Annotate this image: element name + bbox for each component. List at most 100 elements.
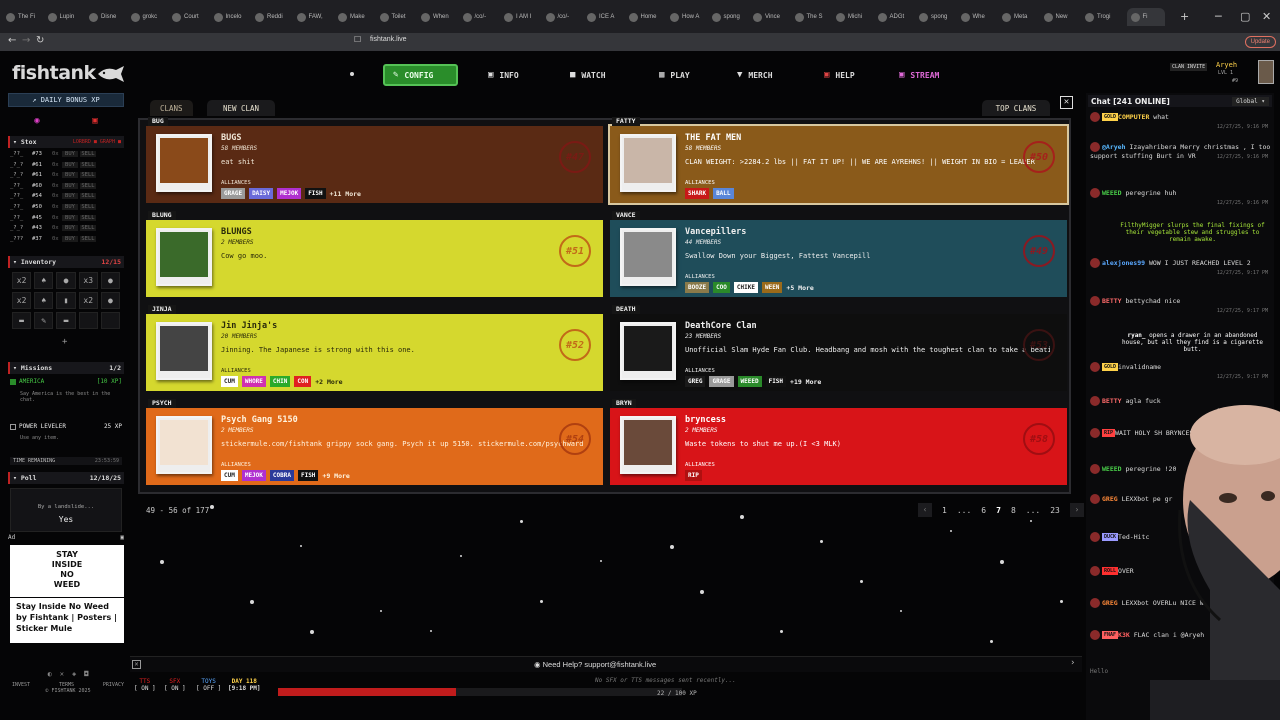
alliance-chip[interactable]: CUM xyxy=(221,470,238,481)
inventory-slot[interactable] xyxy=(100,312,120,329)
browser-tab[interactable]: /co/- xyxy=(462,8,501,26)
stox-sell[interactable]: SELL xyxy=(80,204,96,210)
close-icon[interactable]: ✕ xyxy=(132,660,141,669)
ad-caption[interactable]: Stay Inside No Weed by Fishtank | Poster… xyxy=(10,598,124,643)
minimize-icon[interactable]: ─ xyxy=(1215,10,1222,23)
alliance-chip[interactable]: CUM xyxy=(221,376,238,387)
prev-page-icon[interactable]: ‹ xyxy=(918,503,932,517)
inventory-slot[interactable]: ▬ xyxy=(56,312,76,329)
alliance-chip[interactable]: CON xyxy=(294,376,312,387)
stox-buy[interactable]: BUY xyxy=(62,182,78,189)
inventory-add-button[interactable]: + xyxy=(62,337,67,347)
page-link[interactable]: 8 xyxy=(1011,506,1016,515)
stox-row[interactable]: _??_ #45 0x BUY SELL xyxy=(10,213,122,223)
browser-tab[interactable]: Whe xyxy=(960,8,999,26)
clan-name[interactable]: BUGS xyxy=(221,133,241,143)
chat-username[interactable]: GREG xyxy=(1102,495,1118,503)
update-button[interactable]: Update xyxy=(1244,36,1276,48)
poll-answer[interactable]: Yes xyxy=(11,515,121,524)
stox-buy[interactable]: BUY xyxy=(62,193,78,200)
game-icon[interactable]: ◈ xyxy=(72,670,76,678)
sidebar-tab-clan[interactable]: ◉ xyxy=(8,113,66,129)
chat-avatar[interactable] xyxy=(1090,258,1100,268)
browser-tab[interactable]: The Fi xyxy=(6,8,44,26)
clan-name[interactable]: Jin Jinja's xyxy=(221,321,277,331)
browser-tab[interactable]: Lupin xyxy=(47,8,86,26)
bookmark-icon[interactable]: ☐ xyxy=(354,35,361,44)
chat-room-select[interactable]: Global ▾ xyxy=(1232,96,1269,106)
clan-photo[interactable] xyxy=(620,228,676,286)
chat-username[interactable]: WEEED xyxy=(1102,189,1122,197)
chat-avatar[interactable] xyxy=(1090,532,1100,542)
tab-clans[interactable]: CLANS xyxy=(150,100,193,116)
chevron-right-icon[interactable]: › xyxy=(1070,658,1075,668)
poll-header[interactable]: ▾ Poll 12/18/25 xyxy=(8,472,124,484)
alliance-chip[interactable]: COO xyxy=(713,282,730,293)
missions-header[interactable]: ▾ Missions 1/2 xyxy=(8,362,124,374)
invest-link[interactable]: INVEST xyxy=(12,682,30,688)
alliance-chip[interactable]: WEEED xyxy=(737,376,762,387)
stox-sell[interactable]: SELL xyxy=(80,161,96,168)
clan-invite-button[interactable]: CLAN INVITE xyxy=(1170,63,1208,71)
browser-tab[interactable]: Vince xyxy=(753,8,791,26)
inventory-slot[interactable]: ● xyxy=(56,272,76,289)
page-link[interactable]: 6 xyxy=(981,506,986,515)
alliance-chip[interactable]: FISH xyxy=(765,376,787,387)
inventory-slot[interactable]: ✎ xyxy=(34,312,54,329)
window-close-icon[interactable]: ✕ xyxy=(1262,10,1271,23)
stox-row[interactable]: _?_? #61 0x BUY SELL xyxy=(10,160,122,170)
inventory-slot[interactable]: ● xyxy=(100,272,120,289)
nav-stream-button[interactable]: ▣ STREAM xyxy=(891,64,947,86)
checkbox-icon[interactable] xyxy=(10,423,16,430)
alliance-chip[interactable]: MEJOK xyxy=(241,470,266,481)
browser-tab[interactable]: Fi xyxy=(1126,8,1165,26)
fishtank-logo[interactable]: fishtank xyxy=(12,62,96,84)
sidebar-tab-shop[interactable]: ▣ xyxy=(66,113,124,129)
browser-tab[interactable]: ICE A xyxy=(587,8,625,26)
clan-card[interactable]: PSYCH Psych Gang 5150 2 MEMBERS stickermule… xyxy=(146,399,603,485)
stox-sell[interactable]: SELL xyxy=(80,214,96,221)
browser-tab[interactable]: /co/- xyxy=(545,8,584,26)
page-link[interactable]: 23 xyxy=(1050,506,1060,515)
chat-avatar[interactable] xyxy=(1090,566,1100,576)
browser-tab[interactable]: When xyxy=(421,8,459,26)
alliance-more-link[interactable]: +11 More xyxy=(330,190,361,198)
browser-tab[interactable]: Incelo xyxy=(213,8,252,26)
chat-avatar[interactable] xyxy=(1090,362,1100,372)
stox-sell[interactable]: SELL xyxy=(80,193,96,200)
maximize-icon[interactable]: ▢ xyxy=(1240,10,1250,23)
alliance-chip[interactable]: WHORE xyxy=(241,376,266,387)
inventory-slot[interactable]: x2 xyxy=(78,292,98,309)
alliance-chip[interactable]: WEEN xyxy=(761,282,783,293)
stox-row[interactable]: _?_? #43 0x BUY SELL xyxy=(10,223,122,233)
clan-card[interactable]: FATTY THE FAT MEN 58 MEMBERS CLAN WEIGHT: >… xyxy=(608,117,1069,205)
browser-tab[interactable]: Michi xyxy=(836,8,874,26)
inventory-slot[interactable] xyxy=(78,312,98,329)
stox-buy[interactable]: BUY xyxy=(62,235,78,242)
next-page-icon[interactable]: › xyxy=(1069,503,1084,517)
browser-tab[interactable]: Meta xyxy=(1002,8,1040,26)
clan-name[interactable]: THE FAT MEN xyxy=(685,133,741,143)
close-icon[interactable]: ✕ xyxy=(1060,96,1073,109)
alliance-more-link[interactable]: +2 More xyxy=(315,378,342,386)
inventory-header[interactable]: ▾ Inventory 12/15 xyxy=(8,256,124,268)
alliance-chip[interactable]: CHIKE xyxy=(733,282,758,293)
nav-config-button[interactable]: ✎ CONFIG xyxy=(383,64,458,86)
stox-row[interactable]: _??? #37 0x BUY SELL xyxy=(10,234,122,244)
nav-merch-button[interactable]: ▼ MERCH xyxy=(729,64,781,86)
avatar[interactable] xyxy=(1258,60,1274,84)
nav-help-button[interactable]: ▣ HELP xyxy=(816,64,863,86)
alliance-chip[interactable]: COBRA xyxy=(269,470,294,481)
browser-tab[interactable]: Trogi xyxy=(1085,8,1123,26)
clan-card[interactable]: BLUNG BLUNGS 2 MEMBERS Cow go moo. #51 xyxy=(146,211,603,297)
browser-tab[interactable]: grokc xyxy=(130,8,169,26)
daily-bonus-button[interactable]: ↗ DAILY BONUS XP xyxy=(8,93,124,107)
help-text[interactable]: ◉ Need Help? support@fishtank.live xyxy=(534,660,656,669)
nav-watch-button[interactable]: ■ WATCH xyxy=(562,64,614,86)
stox-buy[interactable]: BUY xyxy=(62,172,78,179)
ad-info-icon[interactable]: ▣ xyxy=(120,534,124,544)
browser-tab[interactable]: Reddi xyxy=(255,8,293,26)
clan-name[interactable]: bryncess xyxy=(685,415,726,425)
browser-tab[interactable]: Make xyxy=(338,8,376,26)
checkbox-icon[interactable] xyxy=(10,378,16,385)
